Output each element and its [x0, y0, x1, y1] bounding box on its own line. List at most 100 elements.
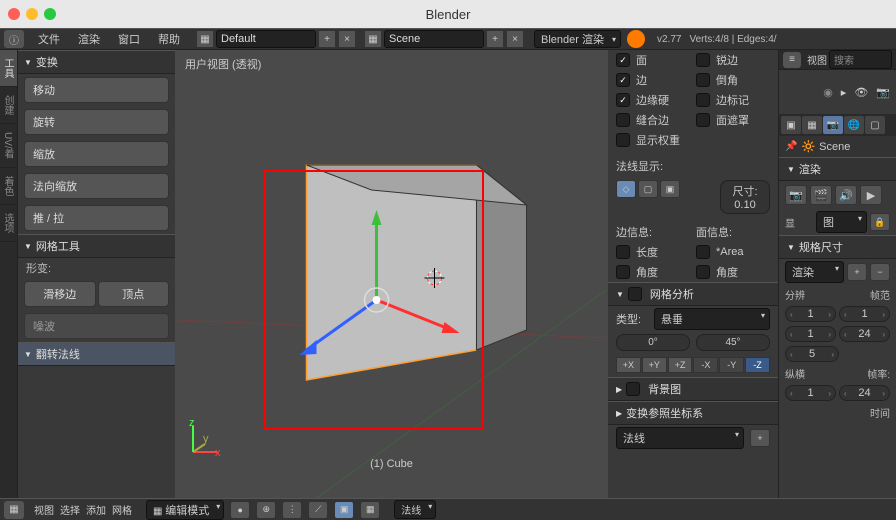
- mode-select[interactable]: ▦ 编辑模式: [146, 500, 224, 520]
- axis-nx[interactable]: -X: [693, 357, 718, 373]
- preset-remove-icon[interactable]: −: [870, 263, 890, 281]
- restrict-select-icon[interactable]: ▸: [841, 86, 847, 99]
- scene-browse-icon[interactable]: ▦: [364, 30, 382, 48]
- chk-face[interactable]: [616, 53, 630, 67]
- prop-tab-layer-icon[interactable]: ▦: [802, 116, 822, 134]
- preset-add-icon[interactable]: +: [847, 263, 867, 281]
- 3dview-editor-icon[interactable]: ▦: [4, 501, 24, 519]
- normals-face-icon[interactable]: ▣: [660, 180, 680, 198]
- angle-min-field[interactable]: 0°: [616, 334, 690, 351]
- tab-create[interactable]: 创建: [0, 87, 17, 124]
- 3d-viewport[interactable]: 用户视图 (透视) zxy (1) Cube: [175, 50, 608, 498]
- prop-tab-render-icon[interactable]: ▣: [781, 116, 801, 134]
- tool-push-pull[interactable]: 推 / 拉: [24, 205, 169, 231]
- axis-nz[interactable]: -Z: [745, 357, 770, 373]
- panel-bg-image[interactable]: 背景图: [608, 377, 778, 401]
- axis-ny[interactable]: -Y: [719, 357, 744, 373]
- layout-browse-icon[interactable]: ▦: [196, 30, 214, 48]
- tool-noise[interactable]: 噪波: [24, 313, 169, 339]
- tool-rotate[interactable]: 旋转: [24, 109, 169, 135]
- normals-loop-icon[interactable]: ▢: [638, 180, 658, 198]
- chk-angle-e[interactable]: [616, 265, 630, 279]
- chk-crease[interactable]: [616, 93, 630, 107]
- info-editor-icon[interactable]: ⓘ: [4, 30, 24, 48]
- layout-add-icon[interactable]: +: [318, 30, 336, 48]
- outliner-editor-icon[interactable]: ≡: [783, 52, 801, 68]
- res-y-field[interactable]: ‹1›: [785, 326, 836, 342]
- prop-tab-scene-icon[interactable]: 📷: [823, 116, 843, 134]
- analysis-type-select[interactable]: 悬垂: [654, 308, 770, 330]
- menu-help[interactable]: 帮助: [150, 31, 188, 47]
- pin-icon[interactable]: 📌: [785, 141, 797, 152]
- res-x-field[interactable]: ‹1›: [785, 306, 836, 322]
- tool-vertex-slide[interactable]: 顶点: [98, 281, 170, 307]
- axis-py[interactable]: +Y: [642, 357, 667, 373]
- panel-mesh-analysis[interactable]: 网格分析: [608, 282, 778, 306]
- shading-solid-icon[interactable]: ●: [230, 501, 250, 519]
- maximize-window-icon[interactable]: [44, 8, 56, 20]
- chk-area[interactable]: [696, 245, 710, 259]
- limit-sel-icon[interactable]: ▦: [360, 501, 380, 519]
- normals-vertex-icon[interactable]: ◇: [616, 180, 636, 198]
- bb-select-menu[interactable]: 选择: [60, 502, 80, 517]
- tab-options[interactable]: 选项: [0, 205, 17, 242]
- slider-dot-icon[interactable]: ◉: [823, 86, 833, 99]
- res-pct-field[interactable]: ‹5›: [785, 346, 839, 362]
- scene-add-icon[interactable]: +: [486, 30, 504, 48]
- orientation-bb-select[interactable]: 法线: [394, 500, 436, 519]
- axis-px[interactable]: +X: [616, 357, 641, 373]
- panel-render[interactable]: 渲染: [779, 157, 896, 181]
- tool-edge-slide[interactable]: 滑移边: [24, 281, 96, 307]
- fps-field[interactable]: ‹24›: [839, 385, 890, 401]
- sel-edge-icon[interactable]: ⟋: [308, 501, 328, 519]
- restrict-view-icon[interactable]: 👁: [854, 86, 868, 99]
- orientation-select[interactable]: 法线: [616, 427, 744, 449]
- chk-facemask[interactable]: [696, 113, 710, 127]
- tool-shrink-fatten[interactable]: 法向缩放: [24, 173, 169, 199]
- menu-file[interactable]: 文件: [30, 31, 68, 47]
- panel-dimensions[interactable]: 规格尺寸: [779, 235, 896, 259]
- render-preset-select[interactable]: 渲染: [785, 261, 844, 283]
- chk-weight[interactable]: [616, 133, 630, 147]
- panel-flip-normals[interactable]: 翻转法线: [18, 342, 175, 366]
- menu-window[interactable]: 窗口: [110, 31, 148, 47]
- angle-max-field[interactable]: 45°: [696, 334, 770, 351]
- close-window-icon[interactable]: [8, 8, 20, 20]
- restrict-render-icon[interactable]: 📷: [876, 86, 890, 99]
- menu-render[interactable]: 渲染: [70, 31, 108, 47]
- screen-layout-select[interactable]: Default: [216, 30, 316, 48]
- chk-sharp[interactable]: [696, 53, 710, 67]
- orientation-add-icon[interactable]: +: [750, 429, 770, 447]
- sel-vertex-icon[interactable]: ⋮: [282, 501, 302, 519]
- chk-length[interactable]: [616, 245, 630, 259]
- bb-view-menu[interactable]: 视图: [34, 502, 54, 517]
- outliner-search[interactable]: 搜索: [829, 50, 892, 69]
- bb-add-menu[interactable]: 添加: [86, 502, 106, 517]
- tab-tools[interactable]: 工具: [0, 50, 17, 87]
- sel-face-icon[interactable]: ▣: [334, 501, 354, 519]
- panel-transform-orient[interactable]: 变换参照坐标系: [608, 401, 778, 425]
- lock-ui-icon[interactable]: 🔒: [870, 213, 890, 231]
- layout-remove-icon[interactable]: ×: [338, 30, 356, 48]
- normals-size-field[interactable]: 尺寸: 0.10: [720, 180, 770, 214]
- render-audio-icon[interactable]: 🔊: [835, 185, 857, 205]
- chk-freestyle[interactable]: [696, 93, 710, 107]
- render-still-icon[interactable]: 📷: [785, 185, 807, 205]
- render-engine-select[interactable]: Blender 渲染: [534, 30, 621, 48]
- bb-mesh-menu[interactable]: 网格: [112, 502, 132, 517]
- prop-tab-object-icon[interactable]: ▢: [865, 116, 885, 134]
- panel-transform[interactable]: 变换: [18, 50, 175, 74]
- display-mode-select[interactable]: 图: [816, 211, 867, 233]
- panel-mesh-tools[interactable]: 网格工具: [18, 234, 175, 258]
- tab-uv[interactable]: UV/着: [0, 124, 17, 168]
- chk-bevel[interactable]: [696, 73, 710, 87]
- pivot-icon[interactable]: ⊕: [256, 501, 276, 519]
- chk-angle-f[interactable]: [696, 265, 710, 279]
- render-play-icon[interactable]: ▶: [860, 185, 882, 205]
- chk-seam[interactable]: [616, 113, 630, 127]
- aspect-x-field[interactable]: ‹1›: [785, 385, 836, 401]
- chk-edge[interactable]: [616, 73, 630, 87]
- minimize-window-icon[interactable]: [26, 8, 38, 20]
- frame-end-field[interactable]: ‹24›: [839, 326, 890, 342]
- axis-pz[interactable]: +Z: [668, 357, 693, 373]
